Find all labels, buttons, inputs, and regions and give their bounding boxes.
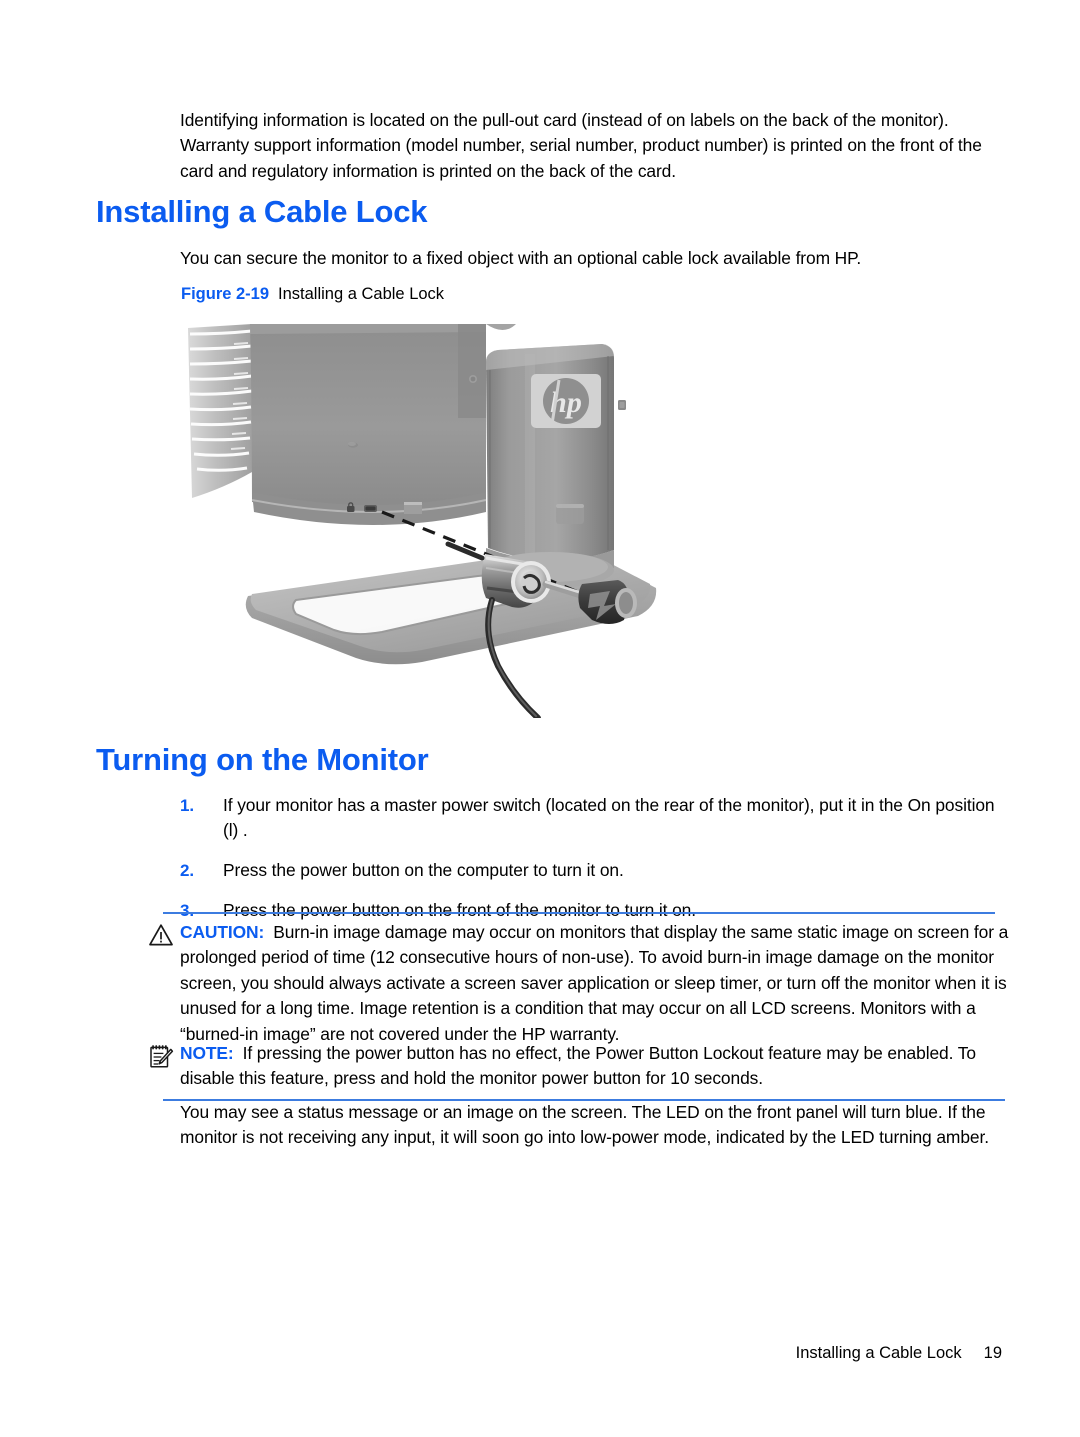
figure-caption: Figure 2-19 Installing a Cable Lock bbox=[181, 284, 444, 304]
note-text: If pressing the power button has no effe… bbox=[180, 1043, 976, 1089]
ordered-steps-list: 1. If your monitor has a master power sw… bbox=[180, 793, 1002, 936]
hp-logo: hp bbox=[531, 374, 601, 428]
closing-paragraph: You may see a status message or an image… bbox=[180, 1102, 989, 1148]
monitor-rear-panel bbox=[250, 324, 486, 513]
caution-body: CAUTION: Burn-in image damage may occur o… bbox=[180, 920, 1018, 1047]
page-footer: Installing a Cable Lock 19 bbox=[0, 1344, 1002, 1363]
list-item-text: If your monitor has a master power switc… bbox=[223, 795, 995, 841]
footer-section-title: Installing a Cable Lock bbox=[795, 1344, 962, 1362]
caution-top-rule bbox=[163, 912, 995, 914]
warning-triangle-icon bbox=[148, 922, 174, 948]
figure-label: Figure 2-19 bbox=[181, 285, 270, 303]
section-paragraph-installing-a-cable-lock: You can secure the monitor to a fixed ob… bbox=[180, 248, 862, 268]
caution-keyword: CAUTION: bbox=[180, 922, 265, 942]
list-item: 2. Press the power button on the compute… bbox=[180, 858, 1002, 884]
document-page: Identifying information is located on th… bbox=[0, 0, 1080, 1437]
footer-page-number: 19 bbox=[983, 1344, 1002, 1362]
caution-text: Burn-in image damage may occur on monito… bbox=[180, 922, 1009, 1044]
figure-title: Installing a Cable Lock bbox=[278, 285, 445, 303]
list-item: 1. If your monitor has a master power sw… bbox=[180, 793, 1002, 844]
list-item-number: 1. bbox=[180, 796, 194, 815]
intro-paragraph: Identifying information is located on th… bbox=[180, 110, 982, 181]
figure-installing-a-cable-lock: hp bbox=[186, 322, 666, 718]
list-item-text: Press the power button on the computer t… bbox=[223, 859, 624, 880]
stand-neck-rear bbox=[458, 324, 486, 418]
monitor-cable-lock-illustration: hp bbox=[188, 324, 657, 718]
monitor-vent-slots bbox=[188, 324, 253, 498]
note-body: NOTE: If pressing the power button has no… bbox=[180, 1041, 1018, 1092]
list-item-number: 2. bbox=[180, 860, 194, 880]
list-item-text: Press the power button on the front of t… bbox=[223, 899, 696, 920]
section-heading-installing-a-cable-lock: Installing a Cable Lock bbox=[96, 194, 428, 229]
section-heading-turning-on-the-monitor: Turning on the Monitor bbox=[96, 742, 429, 777]
notepad-pencil-icon bbox=[148, 1043, 174, 1069]
note-keyword: NOTE: bbox=[180, 1043, 234, 1063]
